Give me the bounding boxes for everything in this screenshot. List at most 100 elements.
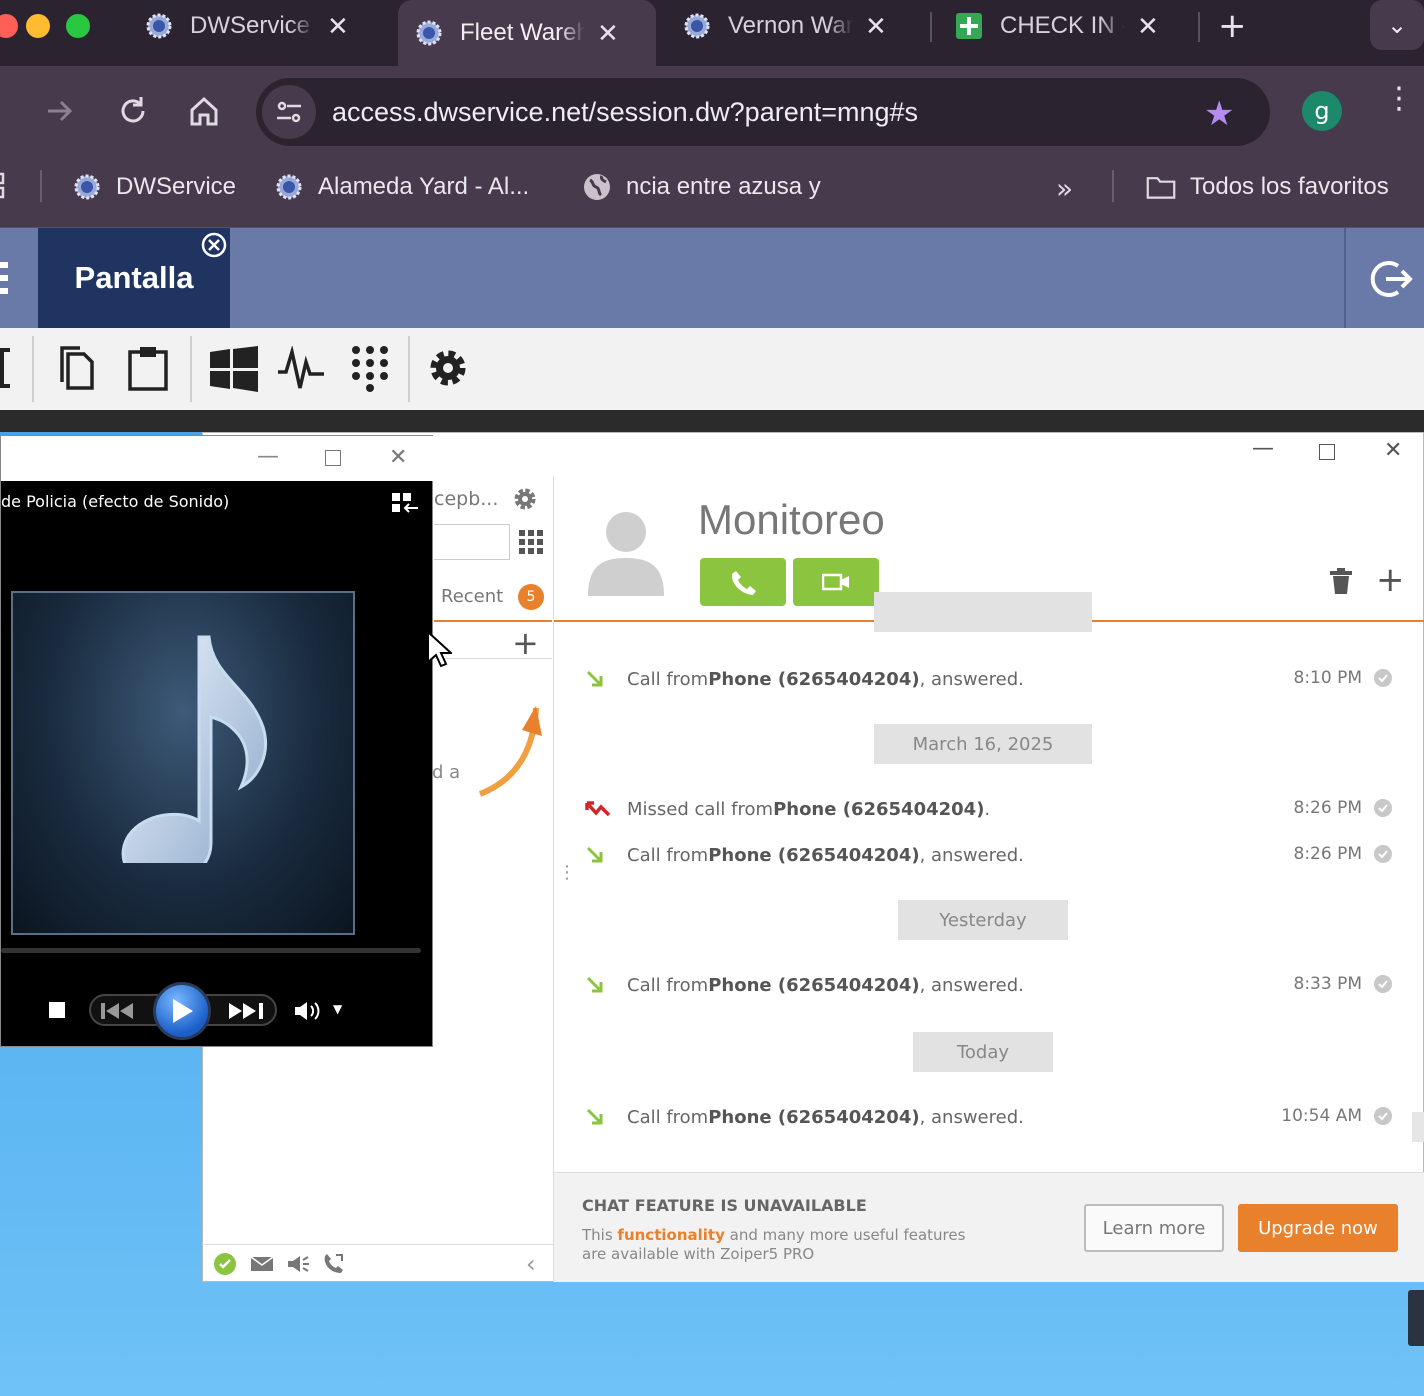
close-icon[interactable]: ✕ [389, 445, 407, 470]
activity-pulse-icon[interactable] [278, 345, 326, 396]
fullscreen-bracket-icon[interactable] [0, 348, 12, 392]
entry-prefix: Call from [627, 1106, 709, 1128]
video-call-button[interactable] [793, 558, 879, 606]
dialpad-grid-icon[interactable] [519, 530, 543, 558]
entry-suffix: , answered. [919, 1106, 1024, 1128]
entry-time: 8:26 PM [1293, 798, 1363, 818]
clipboard-icon[interactable] [126, 344, 170, 396]
switch-to-library-icon[interactable] [391, 492, 419, 520]
upgrade-now-button[interactable]: Upgrade now [1238, 1204, 1398, 1252]
close-icon[interactable]: ✕ [1384, 438, 1402, 463]
browser-tab-checkin[interactable]: CHECK IN - ✕ [940, 0, 1196, 52]
maximize-icon[interactable] [325, 450, 341, 466]
recent-tab-underline [434, 620, 552, 622]
tray-app-icon[interactable] [1408, 1290, 1424, 1346]
banner-heading: CHAT FEATURE IS UNAVAILABLE [582, 1196, 867, 1215]
bookmark-divider [40, 170, 42, 202]
tab-title: DWService [190, 12, 311, 39]
entry-prefix: Call from [627, 844, 709, 866]
site-settings-icon[interactable] [262, 85, 316, 139]
seek-bar[interactable] [1, 948, 421, 953]
reload-icon[interactable] [116, 94, 150, 132]
volume-speaker-icon[interactable] [293, 1000, 323, 1026]
toolbar-divider [190, 336, 192, 402]
resize-handle-icon[interactable]: ⋮ [558, 864, 576, 882]
browser-tab-vernon[interactable]: Vernon War ✕ [668, 0, 924, 52]
scrollbar-thumb[interactable] [1412, 1112, 1424, 1142]
profile-avatar[interactable]: g [1302, 91, 1342, 131]
minimize-icon[interactable]: — [257, 444, 279, 469]
account-gear-icon[interactable] [512, 486, 538, 516]
logout-icon[interactable] [1368, 256, 1414, 306]
header-divider [1344, 228, 1346, 328]
speaker-icon[interactable] [286, 1254, 310, 1278]
status-online-check-icon[interactable] [214, 1253, 236, 1275]
history-entry[interactable]: Call from Phone (6265404204), answered. [585, 970, 1024, 1000]
next-track-icon[interactable] [229, 1002, 265, 1024]
banner-text: This [582, 1226, 618, 1244]
kebab-menu-icon[interactable]: ⋮ [1384, 84, 1414, 114]
entry-caller: Phone (6265404204) [708, 668, 920, 690]
history-entry[interactable]: Call from Phone (6265404204), answered. [585, 664, 1024, 694]
volume-dropdown-icon[interactable]: ▼ [333, 1002, 342, 1016]
add-contact-plus-icon[interactable]: + [512, 624, 539, 662]
add-plus-icon[interactable]: + [1376, 560, 1405, 600]
collapse-chevron-left-icon[interactable]: ‹ [526, 1250, 536, 1278]
close-tab-icon[interactable]: ✕ [865, 11, 887, 42]
bookmark-alameda-yard[interactable]: Alameda Yard - Al... [274, 170, 529, 204]
browser-tab-fleet[interactable]: Fleet Wareh ✕ [398, 0, 656, 66]
windows-logo-icon[interactable] [210, 346, 258, 396]
call-forward-icon[interactable] [322, 1252, 346, 1280]
more-bookmarks-chevron-icon[interactable]: » [1056, 172, 1073, 205]
forward-arrow-icon[interactable] [44, 94, 76, 132]
new-tab-plus-icon[interactable]: + [1218, 6, 1247, 46]
apps-grid-icon[interactable] [0, 172, 14, 204]
entry-suffix: , answered. [919, 844, 1024, 866]
play-icon [173, 999, 193, 1023]
zoom-window-button[interactable] [66, 14, 90, 38]
toolbar-divider [408, 336, 410, 402]
bookmark-distance[interactable]: ncia entre azusa y [582, 170, 821, 204]
settings-gear-icon[interactable] [426, 346, 470, 394]
banner-text: and many more useful features [724, 1226, 966, 1244]
close-tab-icon[interactable]: ✕ [597, 18, 619, 49]
copy-icon[interactable] [56, 344, 96, 396]
history-entry[interactable]: Call from Phone (6265404204), answered. [585, 840, 1024, 870]
audio-call-button[interactable] [700, 558, 786, 606]
play-button[interactable] [153, 982, 211, 1040]
history-entry[interactable]: Call from Phone (6265404204), answered. [585, 1102, 1024, 1132]
keypad-grid-icon[interactable] [350, 344, 390, 396]
learn-more-button[interactable]: Learn more [1084, 1204, 1224, 1252]
bookmark-star-icon[interactable]: ★ [1204, 94, 1234, 134]
stop-button[interactable] [49, 1002, 65, 1018]
bookmark-label: Todos los favoritos [1190, 173, 1389, 200]
home-icon[interactable] [186, 94, 222, 132]
close-tab-icon[interactable]: ✕ [327, 11, 349, 42]
entry-prefix: Call from [627, 668, 709, 690]
bookmark-dwservice[interactable]: DWService [72, 170, 236, 204]
sidebar-hint-text: d a [432, 762, 461, 783]
history-entry[interactable]: Missed call from Phone (6265404204). [585, 794, 990, 824]
bookmark-label: Alameda Yard - Al... [318, 173, 530, 200]
date-separator: March 16, 2025 [874, 724, 1092, 764]
close-tab-icon[interactable]: ✕ [1137, 11, 1159, 42]
minimize-icon[interactable]: — [1252, 436, 1274, 461]
trash-icon[interactable] [1330, 568, 1352, 598]
all-bookmarks-button[interactable]: Todos los favoritos [1146, 170, 1389, 204]
previous-track-icon[interactable] [101, 1002, 137, 1024]
date-separator: Today [913, 1032, 1053, 1072]
search-input[interactable] [434, 524, 510, 560]
browser-tab-dwservice[interactable]: DWService ✕ [130, 0, 386, 52]
envelope-icon[interactable] [250, 1256, 274, 1276]
close-circle-icon[interactable] [200, 231, 228, 263]
minimize-window-button[interactable] [26, 14, 50, 38]
maximize-icon[interactable] [1319, 444, 1335, 460]
toolbar-divider [32, 336, 34, 402]
gear-globe-icon [72, 172, 102, 202]
address-bar[interactable]: access.dwservice.net/session.dw?parent=m… [256, 78, 1270, 146]
menu-icon[interactable] [0, 262, 10, 298]
recent-tab[interactable]: Recent [441, 586, 503, 607]
tab-search-chevron-down-icon[interactable]: ⌄ [1370, 0, 1424, 50]
functionality-link[interactable]: functionality [617, 1226, 724, 1244]
track-title: de Policia (efecto de Sonido) [1, 492, 230, 511]
